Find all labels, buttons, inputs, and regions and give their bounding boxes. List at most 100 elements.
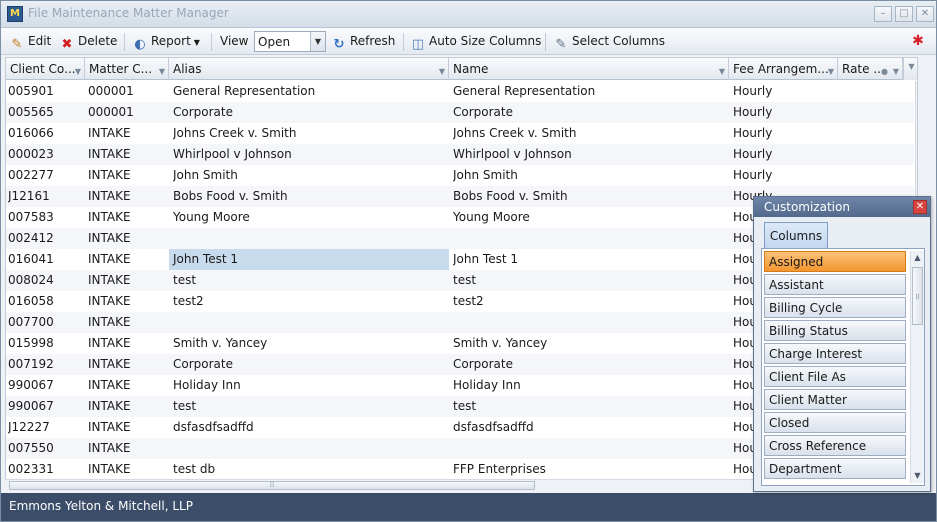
pin-icon[interactable]: ✱	[908, 32, 928, 51]
table-cell[interactable]: Holiday Inn	[453, 375, 729, 396]
table-cell[interactable]: INTAKE	[88, 165, 168, 186]
delete-button[interactable]: ✖ Delete	[59, 31, 118, 52]
table-row[interactable]: 005565 000001 Corporate Corporate Hourly	[6, 102, 914, 123]
minimize-icon[interactable]: –	[874, 6, 892, 22]
column-chooser-item[interactable]: Client File As	[764, 366, 906, 387]
grid-corner-button[interactable]: ▼	[903, 58, 917, 80]
table-cell[interactable]: INTAKE	[88, 375, 168, 396]
table-cell[interactable]	[453, 312, 729, 333]
refresh-button[interactable]: ↻ Refresh	[331, 31, 396, 52]
table-cell[interactable]: 007583	[8, 207, 82, 228]
filter-icon[interactable]: ▼	[893, 61, 899, 80]
table-cell[interactable]: 002277	[8, 165, 82, 186]
view-select[interactable]: Open ▼	[254, 31, 326, 52]
table-cell[interactable]: Corporate	[173, 102, 449, 123]
report-button[interactable]: ◐ Report ▼	[132, 31, 200, 52]
table-cell[interactable]: INTAKE	[88, 417, 168, 438]
table-cell[interactable]: INTAKE	[88, 312, 168, 333]
filter-icon[interactable]: ▼	[719, 61, 725, 80]
table-cell[interactable]: Corporate	[173, 354, 449, 375]
table-cell[interactable]: INTAKE	[88, 249, 168, 270]
tab-columns[interactable]: Columns	[764, 222, 828, 248]
table-cell[interactable]: INTAKE	[88, 207, 168, 228]
table-cell[interactable]: dsfasdfsadffd	[453, 417, 729, 438]
column-chooser-item[interactable]: Department	[764, 458, 906, 479]
column-header-rate[interactable]: Rate ... ● ▼	[838, 58, 903, 80]
filter-icon[interactable]: ▼	[75, 61, 81, 80]
table-cell[interactable]	[173, 438, 449, 459]
chevron-down-icon[interactable]: ▼	[911, 469, 924, 483]
table-cell[interactable]: Smith v. Yancey	[173, 333, 449, 354]
table-cell[interactable]: 000001	[88, 102, 168, 123]
table-cell[interactable]: INTAKE	[88, 186, 168, 207]
table-cell[interactable]: Whirlpool v Johnson	[173, 144, 449, 165]
table-cell[interactable]: 990067	[8, 396, 82, 417]
table-row[interactable]: 000023 INTAKE Whirlpool v Johnson Whirlpool…	[6, 144, 914, 165]
table-cell[interactable]: test	[453, 396, 729, 417]
column-list-scroll-thumb[interactable]: ⁞⁞	[912, 267, 923, 325]
table-cell[interactable]: 002331	[8, 459, 82, 480]
table-cell[interactable]: 016066	[8, 123, 82, 144]
column-list-scrollbar[interactable]: ▲ ⁞⁞ ▼	[910, 251, 924, 483]
column-chooser-item[interactable]: Cross Reference	[764, 435, 906, 456]
close-icon[interactable]: ✕	[916, 6, 934, 22]
table-row[interactable]: 002277 INTAKE John Smith John Smith Hourly	[6, 165, 914, 186]
table-cell[interactable]: test2	[453, 291, 729, 312]
table-cell[interactable]: Hourly	[733, 102, 833, 123]
table-cell[interactable]: 016058	[8, 291, 82, 312]
customization-title-bar[interactable]: Customization ✕	[754, 197, 930, 217]
edit-button[interactable]: ✎ Edit	[9, 31, 52, 52]
table-cell[interactable]: Whirlpool v Johnson	[453, 144, 729, 165]
table-cell[interactable]: INTAKE	[88, 333, 168, 354]
table-cell[interactable]: 016041	[8, 249, 82, 270]
table-cell[interactable]: test2	[173, 291, 449, 312]
chevron-down-icon[interactable]: ▼	[310, 32, 325, 51]
table-cell[interactable]: Corporate	[453, 102, 729, 123]
column-chooser-item[interactable]: Billing Status	[764, 320, 906, 341]
column-chooser-item[interactable]: Billing Cycle	[764, 297, 906, 318]
table-cell[interactable]: John Smith	[453, 165, 729, 186]
horizontal-scroll-thumb[interactable]: ⁞⁞	[9, 481, 535, 490]
column-chooser-item[interactable]: Charge Interest	[764, 343, 906, 364]
column-header-fee-arrangement[interactable]: Fee Arrangem... ▼	[729, 58, 838, 80]
filter-icon[interactable]: ▼	[159, 61, 165, 80]
table-cell[interactable]: Hourly	[733, 123, 833, 144]
table-row[interactable]: 005901 000001 General Representation Genera…	[6, 81, 914, 102]
table-cell[interactable]: Holiday Inn	[173, 375, 449, 396]
table-cell[interactable]: Johns Creek v. Smith	[173, 123, 449, 144]
table-cell[interactable]	[453, 438, 729, 459]
table-cell[interactable]: Johns Creek v. Smith	[453, 123, 729, 144]
scroll-grip-icon[interactable]: ⁞⁞	[917, 81, 918, 95]
table-cell[interactable]: 990067	[8, 375, 82, 396]
table-cell[interactable]: Young Moore	[453, 207, 729, 228]
table-cell[interactable]: FFP Enterprises	[453, 459, 729, 480]
table-cell[interactable]: INTAKE	[88, 291, 168, 312]
table-cell[interactable]: 002412	[8, 228, 82, 249]
table-cell[interactable]: General Representation	[173, 81, 449, 102]
table-cell[interactable]: Smith v. Yancey	[453, 333, 729, 354]
table-cell[interactable]: 015998	[8, 333, 82, 354]
table-cell[interactable]: J12161	[8, 186, 82, 207]
table-cell[interactable]: INTAKE	[88, 354, 168, 375]
table-cell[interactable]: 005565	[8, 102, 82, 123]
column-header-client-code[interactable]: Client Co... ▼	[6, 58, 85, 80]
table-cell[interactable]: Hourly	[733, 165, 833, 186]
filter-icon[interactable]: ▼	[439, 61, 445, 80]
select-columns-button[interactable]: ✎ Select Columns	[553, 31, 666, 52]
column-chooser-item[interactable]: Assistant	[764, 274, 906, 295]
table-cell[interactable]: 007550	[8, 438, 82, 459]
table-cell[interactable]: John Smith	[173, 165, 449, 186]
table-cell[interactable]: Corporate	[453, 354, 729, 375]
table-cell[interactable]: INTAKE	[88, 438, 168, 459]
table-cell[interactable]: John Test 1	[453, 249, 729, 270]
table-cell[interactable]: INTAKE	[88, 144, 168, 165]
table-cell[interactable]: test	[173, 270, 449, 291]
table-cell[interactable]: 000001	[88, 81, 168, 102]
table-cell[interactable]: dsfasdfsadffd	[173, 417, 449, 438]
table-cell[interactable]: 007192	[8, 354, 82, 375]
table-cell[interactable]: Hourly	[733, 144, 833, 165]
column-chooser-item[interactable]: Assigned	[764, 251, 906, 272]
column-header-matter-code[interactable]: Matter C... ▼	[85, 58, 169, 80]
auto-size-columns-button[interactable]: ◫ Auto Size Columns	[410, 31, 542, 52]
table-cell[interactable]: INTAKE	[88, 396, 168, 417]
